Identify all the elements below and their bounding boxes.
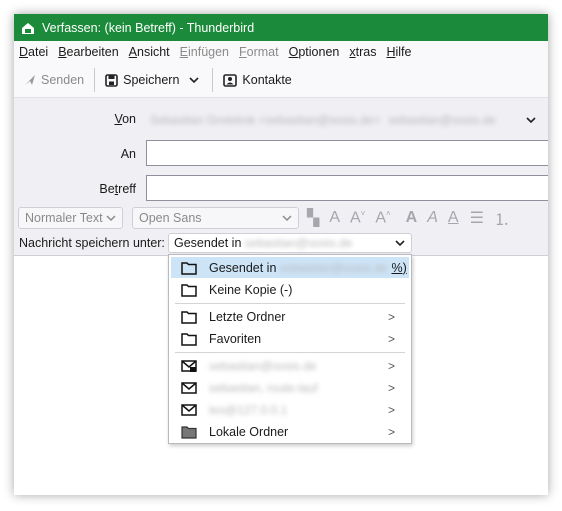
from-value: Sebastian Grotekok <sebastian@sosis.de>: [150, 113, 381, 127]
chevron-down-icon: [189, 77, 199, 84]
popup-item-account-3[interactable]: leo@127.0.0.1 >: [171, 399, 409, 420]
mail-icon: [181, 381, 197, 394]
save-icon: [105, 73, 118, 87]
menu-format[interactable]: Format: [234, 45, 284, 59]
window-title: Verfassen: (kein Betreff) - Thunderbird: [42, 20, 255, 35]
paragraph-style-value: Normaler Text: [25, 211, 103, 225]
popup-item-account: sebastian@sosis.de: [279, 260, 388, 275]
text-color-icon[interactable]: ▚: [307, 208, 319, 228]
popup-item-account-2[interactable]: sebastian, route-lauf >: [171, 377, 409, 398]
popup-item-label: Lokale Ordner: [209, 424, 289, 439]
contacts-button[interactable]: Kontakte: [217, 67, 297, 93]
save-label: Speichern: [123, 73, 180, 87]
to-field[interactable]: [146, 140, 548, 166]
bullet-list-icon[interactable]: ☰: [470, 208, 484, 228]
paragraph-style-select[interactable]: Normaler Text: [18, 207, 123, 229]
compose-toolbar: Senden Speichern Kontakte: [14, 63, 548, 98]
chevron-right-icon: >: [387, 402, 395, 417]
from-label: Von: [114, 112, 136, 126]
send-icon: [25, 75, 35, 85]
popup-item-suffix: %): [391, 260, 407, 275]
subject-field[interactable]: [146, 175, 548, 201]
popup-item-label: sebastian@sosis.de: [209, 358, 317, 373]
from-select[interactable]: Sebastian Grotekok <sebastian@sosis.de> …: [146, 108, 536, 132]
popup-separator: [175, 352, 405, 353]
font-size-larger-icon[interactable]: A˄: [375, 209, 390, 227]
font-select[interactable]: Open Sans: [132, 207, 299, 229]
menu-datei[interactable]: Datei: [14, 45, 53, 59]
folder-icon: [181, 261, 197, 275]
save-under-label: Nachricht speichern unter:: [19, 236, 165, 250]
to-label: An: [120, 147, 136, 161]
numbered-list-icon[interactable]: ⒈: [494, 206, 510, 230]
folder-icon: [181, 332, 197, 346]
menu-extras[interactable]: xtras: [344, 45, 381, 59]
subject-label: Betreff: [99, 182, 136, 196]
save-under-row: Nachricht speichern unter: Gesendet in s…: [14, 232, 548, 254]
local-folder-icon: [181, 425, 197, 439]
popup-item-label: leo@127.0.0.1: [209, 402, 288, 417]
menu-optionen[interactable]: Optionen: [284, 45, 345, 59]
popup-item-no-copy[interactable]: Keine Kopie (-): [171, 279, 409, 300]
popup-item-recent-folders[interactable]: Letzte Ordner >: [171, 306, 409, 327]
menu-einfuegen[interactable]: Einfügen: [175, 45, 234, 59]
save-folder-account: sebastian@sosis.de: [244, 236, 353, 250]
font-size-reset-icon[interactable]: A: [329, 209, 340, 227]
save-folder-prefix: Gesendet in: [174, 236, 245, 250]
chevron-right-icon: >: [387, 424, 395, 439]
popup-item-account-1[interactable]: sebastian@sosis.de >: [171, 355, 409, 376]
chevron-down-icon: [106, 215, 116, 222]
from-alias: sebastian@sosis.de: [388, 113, 496, 127]
popup-item-label: Favoriten: [209, 331, 262, 346]
underline-icon[interactable]: A: [448, 209, 459, 227]
popup-item-label: Gesendet in: [209, 260, 280, 275]
chevron-right-icon: >: [387, 331, 395, 346]
save-dropdown-button[interactable]: [185, 67, 208, 93]
chevron-right-icon: >: [387, 309, 395, 324]
save-folder-popup: Gesendet in sebastian@sosis.de %) Keine …: [168, 254, 412, 444]
save-button[interactable]: Speichern: [99, 67, 185, 93]
chevron-down-icon: [282, 215, 292, 222]
popup-item-sent-in[interactable]: Gesendet in sebastian@sosis.de %): [171, 257, 409, 278]
popup-separator: [175, 303, 405, 304]
contacts-icon: [223, 73, 238, 87]
popup-item-label: Keine Kopie (-): [209, 282, 293, 297]
toolbar-separator: [94, 68, 96, 92]
toolbar-separator: [212, 68, 214, 92]
chevron-down-icon: [395, 240, 405, 247]
send-button[interactable]: Senden: [18, 67, 90, 93]
format-toolbar: Normaler Text Open Sans ▚ A A˅ A˄ A A A …: [14, 205, 548, 231]
folder-icon: [181, 310, 197, 324]
popup-item-label: sebastian, route-lauf: [209, 380, 318, 395]
menu-ansicht[interactable]: Ansicht: [124, 45, 175, 59]
menu-hilfe[interactable]: Hilfe: [381, 45, 416, 59]
title-bar: Verfassen: (kein Betreff) - Thunderbird: [14, 14, 548, 41]
menu-bearbeiten[interactable]: Bearbeiten: [53, 45, 123, 59]
chevron-right-icon: >: [387, 380, 395, 395]
bold-icon[interactable]: A: [406, 209, 418, 227]
mail-icon: [181, 403, 197, 416]
popup-item-label: Letzte Ordner: [209, 309, 286, 324]
thunderbird-icon: [22, 22, 34, 34]
mail-lock-icon: [181, 359, 197, 372]
font-value: Open Sans: [139, 211, 202, 225]
italic-icon[interactable]: A: [427, 209, 438, 227]
menu-bar: Datei Bearbeiten Ansicht Einfügen Format…: [14, 41, 548, 63]
compose-header: Von Sebastian Grotekok <sebastian@sosis.…: [14, 98, 548, 210]
send-label: Senden: [41, 73, 85, 87]
popup-item-favorites[interactable]: Favoriten >: [171, 328, 409, 349]
font-size-smaller-icon[interactable]: A˅: [350, 209, 365, 227]
contacts-label: Kontakte: [242, 73, 292, 87]
folder-icon: [181, 283, 197, 297]
popup-item-local-folders[interactable]: Lokale Ordner >: [171, 421, 409, 442]
chevron-right-icon: >: [387, 358, 395, 373]
compose-window: Verfassen: (kein Betreff) - Thunderbird …: [14, 14, 548, 495]
save-folder-select[interactable]: Gesendet in sebastian@sosis.de: [168, 233, 412, 253]
chevron-down-icon: [526, 117, 536, 124]
